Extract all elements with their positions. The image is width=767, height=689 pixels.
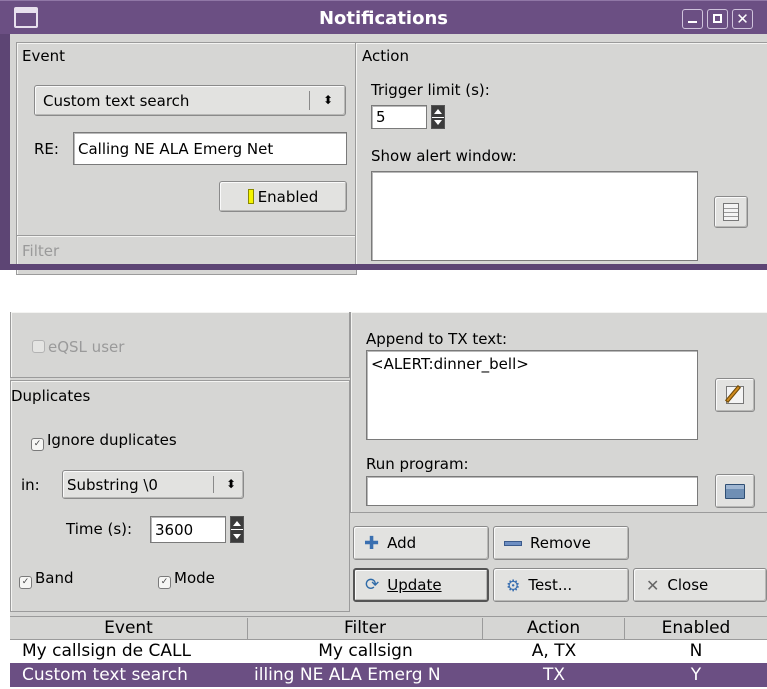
cell-event: Custom text search — [22, 665, 188, 685]
cell-action: A, TX — [531, 641, 577, 661]
event-type-select[interactable]: Custom text search ⬍ — [34, 85, 346, 116]
band-checkbox[interactable]: ✓ Band — [19, 569, 74, 589]
col-header-enabled[interactable]: Enabled — [625, 618, 767, 640]
ignore-check-icon[interactable]: ✓ — [31, 438, 44, 451]
top-section: Notifications ✕ Event Custom text search… — [0, 0, 767, 275]
trigger-limit-label: Trigger limit (s): — [371, 81, 490, 99]
append-tx-label: Append to TX text: — [366, 330, 508, 348]
cell-enabled: N — [689, 641, 703, 661]
col-header-action[interactable]: Action — [483, 618, 625, 640]
event-type-value: Custom text search — [43, 91, 190, 110]
ignore-duplicates-checkbox[interactable]: ✓ Ignore duplicates — [31, 431, 177, 451]
edit-pencil-icon — [725, 385, 744, 404]
document-icon — [723, 203, 739, 221]
alert-edit-button[interactable] — [714, 196, 748, 228]
enabled-indicator-icon — [247, 189, 254, 204]
col-header-event[interactable]: Event — [10, 618, 248, 640]
table-row-selected[interactable]: Custom text search illing NE ALA Emerg N… — [10, 663, 767, 687]
close-label: Close — [667, 576, 709, 594]
close-window-icon[interactable]: ✕ — [732, 9, 753, 29]
append-edit-button[interactable] — [715, 378, 755, 412]
run-program-label: Run program: — [366, 455, 469, 473]
spin-up-icon[interactable] — [231, 517, 243, 529]
cell-filter: illing NE ALA Emerg N — [254, 665, 441, 685]
mode-checkbox[interactable]: ✓ Mode — [158, 569, 215, 589]
test-label: Test... — [528, 576, 573, 594]
folder-icon — [725, 483, 745, 499]
event-group: Event Custom text search ⬍ RE: Calling N… — [16, 42, 357, 264]
top-content: Event Custom text search ⬍ RE: Calling N… — [10, 34, 767, 275]
enabled-toggle-button[interactable]: Enabled — [219, 181, 347, 212]
bottom-section: eQSL user Duplicates ✓ Ignore duplicates … — [10, 312, 767, 689]
mode-label: Mode — [174, 569, 215, 587]
maximize-icon[interactable] — [707, 9, 728, 29]
select-arrows-icon: ⬍ — [226, 477, 237, 491]
close-x-icon: ✕ — [646, 575, 660, 595]
eqsl-checkbox[interactable]: eQSL user — [32, 338, 124, 356]
crop-edge — [0, 264, 767, 270]
mode-check-icon[interactable]: ✓ — [158, 576, 171, 589]
run-program-input[interactable] — [366, 476, 698, 506]
cell-filter: My callsign — [318, 641, 413, 661]
add-label: Add — [387, 534, 417, 552]
browse-program-button[interactable] — [715, 474, 755, 508]
filter-group: eQSL user — [10, 312, 350, 378]
add-button[interactable]: ✚ Add — [353, 526, 489, 560]
minus-icon — [504, 540, 522, 546]
alert-window-textarea[interactable] — [371, 171, 698, 261]
col-header-filter[interactable]: Filter — [248, 618, 483, 640]
event-group-title: Event — [22, 47, 65, 65]
plus-icon: ✚ — [364, 532, 380, 554]
cell-enabled: Y — [690, 665, 702, 685]
append-tx-textarea[interactable]: <ALERT:dinner_bell> — [366, 350, 698, 440]
time-input[interactable]: 3600 — [150, 516, 226, 543]
match-type-select[interactable]: Substring \0 ⬍ — [62, 470, 244, 499]
re-label: RE: — [34, 140, 59, 158]
time-spinner[interactable] — [230, 516, 244, 543]
remove-label: Remove — [530, 534, 591, 552]
eqsl-label: eQSL user — [48, 338, 125, 356]
minimize-icon[interactable] — [682, 9, 703, 29]
cell-event: My callsign de CALL — [22, 641, 191, 661]
match-type-value: Substring \0 — [67, 475, 158, 494]
select-divider — [309, 91, 310, 110]
action-group: Action Trigger limit (s): 5 Show alert w… — [355, 42, 767, 270]
time-label: Time (s): — [66, 520, 133, 538]
append-tx-value: <ALERT:dinner_bell> — [371, 355, 529, 373]
band-label: Band — [35, 569, 74, 587]
events-table[interactable]: Event Filter Action Enabled My callsign … — [10, 616, 767, 689]
eqsl-checkbox-box[interactable] — [32, 340, 45, 353]
trigger-limit-input[interactable]: 5 — [371, 105, 427, 129]
spin-down-icon[interactable] — [231, 529, 243, 542]
enabled-label: Enabled — [257, 187, 319, 206]
duplicates-group: Duplicates ✓ Ignore duplicates in: Substr… — [10, 380, 350, 612]
re-input[interactable]: Calling NE ALA Emerg Net — [73, 132, 347, 165]
select-arrows-icon: ⬍ — [323, 93, 334, 107]
cell-action: TX — [542, 665, 566, 685]
band-check-icon[interactable]: ✓ — [19, 576, 32, 589]
ignore-duplicates-label: Ignore duplicates — [47, 431, 177, 449]
test-button[interactable]: ⚙ Test... — [493, 568, 629, 602]
table-row[interactable]: My callsign de CALL My callsign A, TX N — [10, 640, 767, 663]
action-group-lower: Append to TX text: <ALERT:dinner_bell> R… — [350, 312, 767, 513]
update-label: Update — [387, 576, 442, 594]
select-divider — [213, 476, 214, 493]
remove-button[interactable]: Remove — [493, 526, 629, 560]
spin-down-icon[interactable] — [432, 116, 444, 128]
update-button[interactable]: ⟳ Update — [353, 568, 489, 602]
duplicates-title: Duplicates — [11, 387, 91, 405]
gear-icon: ⚙ — [506, 575, 521, 595]
trigger-limit-spinner[interactable] — [431, 105, 445, 129]
window-title: Notifications — [318, 8, 449, 29]
window-border — [0, 34, 10, 270]
filter-group-title: Filter — [22, 242, 60, 260]
refresh-icon: ⟳ — [365, 575, 380, 595]
table-header: Event Filter Action Enabled — [10, 616, 767, 640]
show-alert-label: Show alert window: — [371, 147, 517, 165]
action-group-title: Action — [362, 47, 409, 65]
spin-up-icon[interactable] — [432, 106, 444, 117]
close-button[interactable]: ✕ Close — [633, 568, 767, 602]
title-bar: Notifications ✕ — [0, 0, 767, 34]
in-label: in: — [21, 476, 40, 494]
